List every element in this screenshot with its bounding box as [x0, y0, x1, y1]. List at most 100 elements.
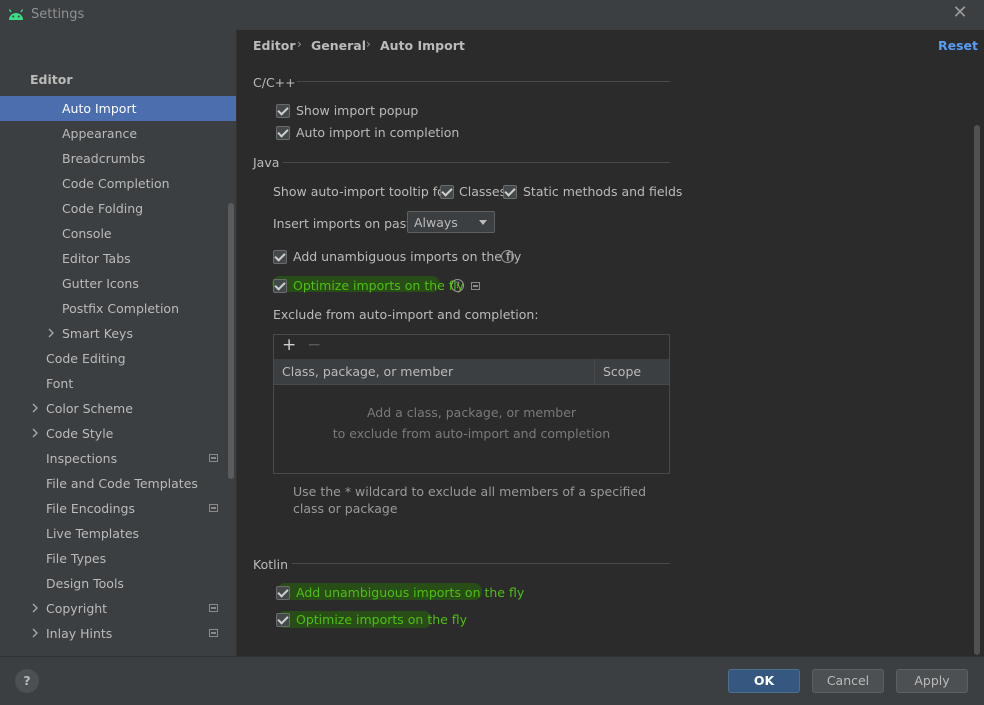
- sidebar-item-color-scheme[interactable]: Color Scheme: [0, 396, 236, 421]
- settings-sidebar: Editor Auto Import Appearance Breadcrumb…: [0, 30, 236, 656]
- sidebar-item-console[interactable]: Console: [0, 221, 236, 246]
- chevron-right-icon[interactable]: [30, 603, 40, 613]
- sidebar-item-label: Live Templates: [46, 526, 140, 541]
- project-scope-icon: [471, 282, 480, 290]
- wildcard-hint: Use the * wildcard to exclude all member…: [293, 484, 647, 516]
- add-unambiguous-checkbox[interactable]: [273, 250, 287, 264]
- section-divider: [283, 162, 670, 163]
- auto-import-completion-label: Auto import in completion: [296, 125, 460, 140]
- sidebar-item-code-style[interactable]: Code Style: [0, 421, 236, 446]
- empty-state-line2: to exclude from auto-import and completi…: [332, 426, 611, 441]
- help-icon[interactable]: ?: [451, 279, 464, 292]
- sidebar-item-file-types[interactable]: File Types: [0, 546, 236, 571]
- sidebar-item-breadcrumbs[interactable]: Breadcrumbs: [0, 146, 236, 171]
- ok-button[interactable]: OK: [728, 669, 800, 693]
- static-methods-checkbox[interactable]: [503, 185, 517, 199]
- sidebar-item-file-and-code-templates[interactable]: File and Code Templates: [0, 471, 236, 496]
- sidebar-item-label: Design Tools: [46, 576, 124, 591]
- breadcrumb-editor[interactable]: Editor: [253, 38, 296, 53]
- project-scope-icon: [209, 454, 218, 462]
- chevron-right-icon[interactable]: [30, 403, 40, 413]
- breadcrumb-auto-import: Auto Import: [380, 38, 465, 53]
- sidebar-item-label: Appearance: [62, 126, 138, 141]
- sidebar-item-label: Code Folding: [62, 201, 144, 216]
- help-icon[interactable]: ?: [501, 250, 514, 263]
- sidebar-item-live-templates[interactable]: Live Templates: [0, 521, 236, 546]
- sidebar-root-editor[interactable]: Editor: [30, 72, 73, 87]
- show-import-popup-checkbox[interactable]: [276, 104, 290, 118]
- column-divider: [594, 359, 595, 384]
- kotlin-optimize-checkbox[interactable]: [276, 613, 290, 627]
- classes-label: Classes: [459, 184, 507, 199]
- sidebar-item-code-folding[interactable]: Code Folding: [0, 196, 236, 221]
- reset-link[interactable]: Reset: [938, 38, 978, 53]
- auto-import-completion-checkbox[interactable]: [276, 126, 290, 140]
- sidebar-item-label: Inlay Hints: [46, 626, 113, 641]
- exclude-label: Exclude from auto-import and completion:: [273, 307, 539, 322]
- insert-on-paste-select[interactable]: Always: [407, 211, 495, 233]
- apply-button[interactable]: Apply: [896, 669, 968, 693]
- sidebar-item-code-editing[interactable]: Code Editing: [0, 346, 236, 371]
- sidebar-item-label: Smart Keys: [62, 326, 133, 341]
- sidebar-item-font[interactable]: Font: [0, 371, 236, 396]
- breadcrumb-general[interactable]: General: [311, 38, 366, 53]
- sidebar-item-auto-import[interactable]: Auto Import: [0, 96, 236, 121]
- kotlin-add-unambiguous-label: Add unambiguous imports on the fly: [296, 585, 525, 600]
- section-title-cpp: C/C++: [253, 75, 296, 90]
- sidebar-item-appearance[interactable]: Appearance: [0, 121, 236, 146]
- sidebar-item-label: Code Style: [46, 426, 114, 441]
- table-header: Class, package, or member Scope: [274, 359, 669, 385]
- breadcrumb-separator: ›: [366, 37, 371, 51]
- insert-on-paste-value: Always: [414, 215, 458, 230]
- sidebar-item-label: Postfix Completion: [62, 301, 179, 316]
- sidebar-item-editor-tabs[interactable]: Editor Tabs: [0, 246, 236, 271]
- sidebar-item-design-tools[interactable]: Design Tools: [0, 571, 236, 596]
- breadcrumb-separator: ›: [297, 37, 302, 51]
- sidebar-item-label: Code Completion: [62, 176, 170, 191]
- sidebar-item-label: Auto Import: [62, 101, 137, 116]
- static-methods-label: Static methods and fields: [523, 184, 683, 199]
- content-scrollbar[interactable]: [974, 125, 980, 655]
- android-icon: [8, 9, 24, 20]
- sidebar-item-label: Inspections: [46, 451, 118, 466]
- sidebar-item-label: Breadcrumbs: [62, 151, 146, 166]
- optimize-imports-checkbox[interactable]: [273, 279, 287, 293]
- show-import-popup-label: Show import popup: [296, 103, 419, 118]
- sidebar-item-file-encodings[interactable]: File Encodings: [0, 496, 236, 521]
- sidebar-item-inspections[interactable]: Inspections: [0, 446, 236, 471]
- kotlin-add-unambiguous-checkbox[interactable]: [276, 586, 290, 600]
- help-button[interactable]: ?: [15, 669, 39, 693]
- sidebar-item-copyright[interactable]: Copyright: [0, 596, 236, 621]
- sidebar-item-label: Color Scheme: [46, 401, 133, 416]
- sidebar-item-gutter-icons[interactable]: Gutter Icons: [0, 271, 236, 296]
- add-icon[interactable]: +: [282, 335, 296, 355]
- sidebar-item-inlay-hints[interactable]: Inlay Hints: [0, 621, 236, 646]
- sidebar-item-label: Console: [62, 226, 112, 241]
- settings-content: Editor › General › Auto Import Reset C/C…: [237, 30, 984, 656]
- exclude-table: + − Class, package, or member Scope Add …: [273, 334, 670, 474]
- chevron-right-icon[interactable]: [30, 428, 40, 438]
- cancel-button[interactable]: Cancel: [812, 669, 884, 693]
- column-header-class[interactable]: Class, package, or member: [282, 364, 453, 379]
- sidebar-item-postfix-completion[interactable]: Postfix Completion: [0, 296, 236, 321]
- chevron-right-icon[interactable]: [46, 328, 56, 338]
- sidebar-item-smart-keys[interactable]: Smart Keys: [0, 321, 236, 346]
- sidebar-item-label: Editor Tabs: [62, 251, 131, 266]
- classes-checkbox[interactable]: [440, 185, 454, 199]
- close-icon[interactable]: ✕: [950, 3, 970, 23]
- add-unambiguous-label: Add unambiguous imports on the fly: [293, 249, 522, 264]
- sidebar-item-label: Font: [46, 376, 74, 391]
- sidebar-scrollbar[interactable]: [228, 203, 234, 479]
- section-title-java: Java: [253, 155, 280, 170]
- kotlin-optimize-label: Optimize imports on the fly: [296, 612, 468, 627]
- section-divider: [297, 81, 670, 82]
- sidebar-item-label: Code Editing: [46, 351, 126, 366]
- sidebar-item-label: Gutter Icons: [62, 276, 139, 291]
- optimize-imports-label: Optimize imports on the fly: [293, 278, 465, 293]
- section-title-kotlin: Kotlin: [253, 557, 288, 572]
- remove-icon[interactable]: −: [307, 335, 321, 355]
- column-header-scope[interactable]: Scope: [603, 364, 641, 379]
- chevron-right-icon[interactable]: [30, 628, 40, 638]
- sidebar-item-label: Copyright: [46, 601, 108, 616]
- sidebar-item-code-completion[interactable]: Code Completion: [0, 171, 236, 196]
